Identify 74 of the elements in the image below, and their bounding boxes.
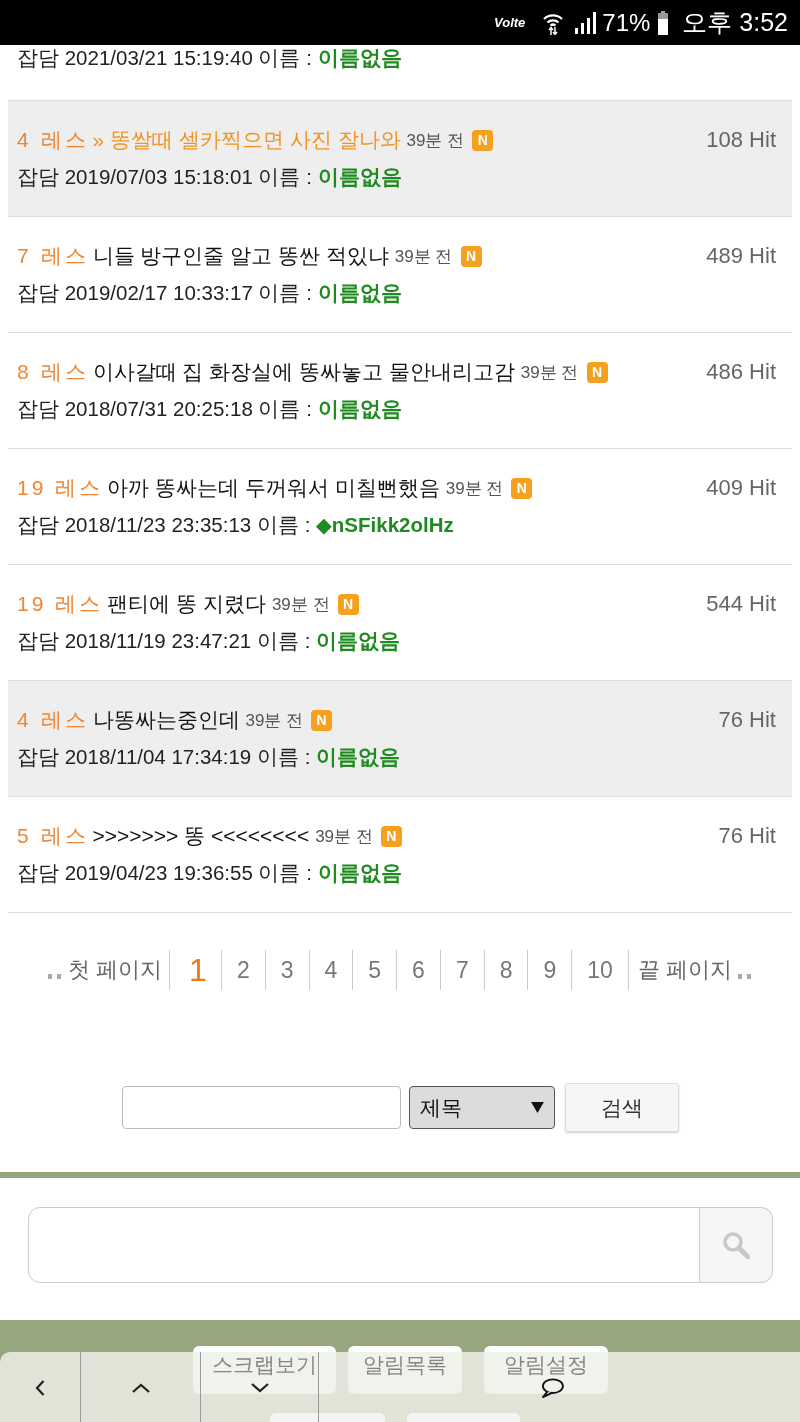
post-meta: 잡담 2019/02/17 10:33:17 이름 : 이름없음: [17, 281, 403, 305]
post-meta: 잡담 2019/07/03 15:18:01 이름 : 이름없음: [17, 165, 403, 189]
post-age: 39분 전: [245, 709, 304, 732]
post-age: 39분 전: [520, 361, 579, 384]
search-scope-select[interactable]: 제목: [408, 1086, 555, 1129]
reply-count: 19 레스: [17, 475, 104, 501]
hit-count: 409 Hit: [706, 475, 776, 501]
post-meta: 잡담 2018/11/04 17:34:19 이름 : 이름없음: [17, 745, 402, 769]
post-age: 39분 전: [406, 129, 465, 152]
search-input[interactable]: [121, 1086, 401, 1129]
post-meta: 잡담 2018/07/31 20:25:18 이름 : 이름없음: [17, 397, 403, 421]
site-search-button[interactable]: [700, 1207, 773, 1283]
page-link[interactable]: 7: [439, 950, 484, 990]
post-title[interactable]: 니들 방구인줄 알고 똥싼 적있냐: [92, 242, 389, 270]
hit-count: 544 Hit: [706, 591, 776, 617]
post-age: 39분 전: [315, 825, 373, 848]
page-link[interactable]: 5: [352, 950, 397, 990]
post-title[interactable]: 아까 똥싸는데 두꺼워서 미칠뻔했음: [107, 474, 440, 502]
hit-count: 76 Hit: [718, 707, 776, 733]
post-meta: 잡담 2018/11/19 23:47:21 이름 : 이름없음: [17, 629, 402, 653]
chevron-up-icon: [131, 1383, 150, 1393]
post-meta: 잡담 2019/04/23 19:36:55 이름 : 이름없음: [17, 861, 403, 885]
page-link[interactable]: 9: [527, 950, 572, 990]
battery-percent: 71%: [602, 8, 651, 37]
post-title[interactable]: 이사갈때 집 화장실에 똥싸놓고 물안내리고감: [92, 358, 515, 386]
new-badge: N: [472, 129, 494, 151]
hit-count: 76 Hit: [718, 823, 776, 849]
reply-count: 8 레스: [17, 359, 89, 385]
dropdown-arrow-icon: [530, 1102, 544, 1113]
post-age: 39분 전: [271, 593, 330, 616]
dots-icon: [48, 973, 62, 979]
page-link[interactable]: 4: [308, 950, 353, 990]
search-icon: [722, 1231, 750, 1259]
first-page-link[interactable]: 첫 페이지: [62, 950, 170, 990]
post-age: 39분 전: [394, 245, 453, 268]
page-link[interactable]: 6: [396, 950, 440, 990]
search-button[interactable]: 검색: [564, 1083, 679, 1132]
hit-count: 489 Hit: [706, 243, 776, 269]
speech-bubble-icon: [540, 1378, 564, 1398]
page-link[interactable]: 10: [571, 950, 628, 990]
reply-count: 4 레스: [17, 127, 89, 153]
new-badge: N: [586, 361, 608, 383]
volte-indicator: Volte: [494, 15, 526, 30]
site-search-field[interactable]: [28, 1207, 700, 1283]
post-meta: 잡담 2018/11/23 23:35:13 이름 : ◆nSFikk2olHz: [17, 513, 455, 537]
new-badge: N: [380, 825, 402, 847]
post-meta: 잡담 2021/03/21 15:19:40 이름 : 이름없음: [17, 46, 403, 70]
post-age: 39분 전: [445, 477, 504, 500]
post-row[interactable]: 4 레스 나똥싸는중인데 39분 전 N 76 Hit 잡담 2018/11/04 17:34:19 이름 : 이름없음: [8, 681, 792, 797]
reply-count: 4 레스: [17, 707, 89, 733]
chevron-down-icon: [250, 1383, 269, 1393]
page-link[interactable]: 2: [220, 950, 265, 990]
menu-button[interactable]: [407, 1413, 520, 1422]
post-title[interactable]: >>>>>>> 똥 <<<<<<<<: [92, 822, 310, 850]
battery-icon: [658, 10, 669, 35]
reply-count: 5 레스: [17, 823, 89, 849]
reply-count: 7 레스: [17, 243, 89, 269]
reply-count: 19 레스: [17, 591, 104, 617]
signal-icon: [575, 11, 597, 34]
new-badge: N: [337, 593, 359, 615]
page-link[interactable]: 8: [483, 950, 528, 990]
post-title[interactable]: 팬티에 똥 지렸다: [107, 590, 266, 618]
new-badge: N: [511, 477, 533, 499]
clock: 오후 3:52: [682, 7, 788, 38]
hit-count: 108 Hit: [706, 127, 776, 153]
dots-icon: [738, 973, 752, 979]
post-row[interactable]: 4 레스 » 똥쌀때 셀카찍으면 사진 잘나와 39분 전 N 108 Hit 잡담 2019/07/03 15:18:01 이름 : 이름없음: [8, 101, 792, 217]
post-title[interactable]: 나똥싸는중인데: [92, 706, 240, 734]
menu-button[interactable]: [270, 1413, 385, 1422]
new-badge: N: [311, 709, 333, 731]
new-badge: N: [460, 245, 482, 267]
chevron-left-icon: [35, 1380, 45, 1396]
page-link[interactable]: 3: [264, 950, 309, 990]
hit-count: 486 Hit: [706, 359, 776, 385]
